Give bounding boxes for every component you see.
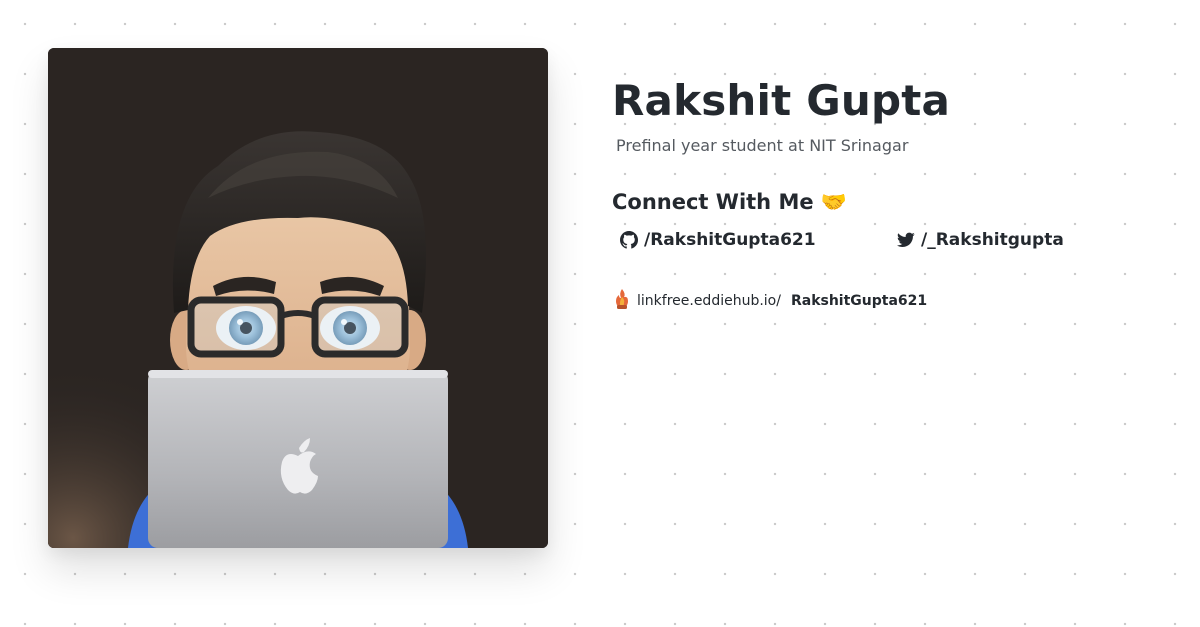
twitter-icon bbox=[897, 232, 915, 248]
linkfree-link[interactable]: linkfree.eddiehub.io/ RakshitGupta621 bbox=[613, 288, 927, 314]
twitter-link[interactable]: /_Rakshitgupta bbox=[897, 230, 1064, 250]
profile-tagline: Prefinal year student at NIT Srinagar bbox=[616, 136, 909, 155]
github-icon bbox=[620, 231, 638, 249]
github-link-label: /RakshitGupta621 bbox=[644, 230, 816, 250]
profile-avatar bbox=[48, 48, 548, 548]
flame-icon bbox=[613, 288, 631, 314]
linkfree-username: RakshitGupta621 bbox=[790, 293, 928, 309]
memoji-illustration bbox=[48, 48, 548, 548]
profile-name: Rakshit Gupta bbox=[612, 76, 951, 125]
linkfree-domain: linkfree.eddiehub.io/ bbox=[637, 293, 781, 309]
connect-heading: Connect With Me 🤝 bbox=[612, 190, 848, 214]
twitter-link-label: /_Rakshitgupta bbox=[921, 230, 1064, 250]
github-link[interactable]: /RakshitGupta621 bbox=[620, 230, 816, 250]
